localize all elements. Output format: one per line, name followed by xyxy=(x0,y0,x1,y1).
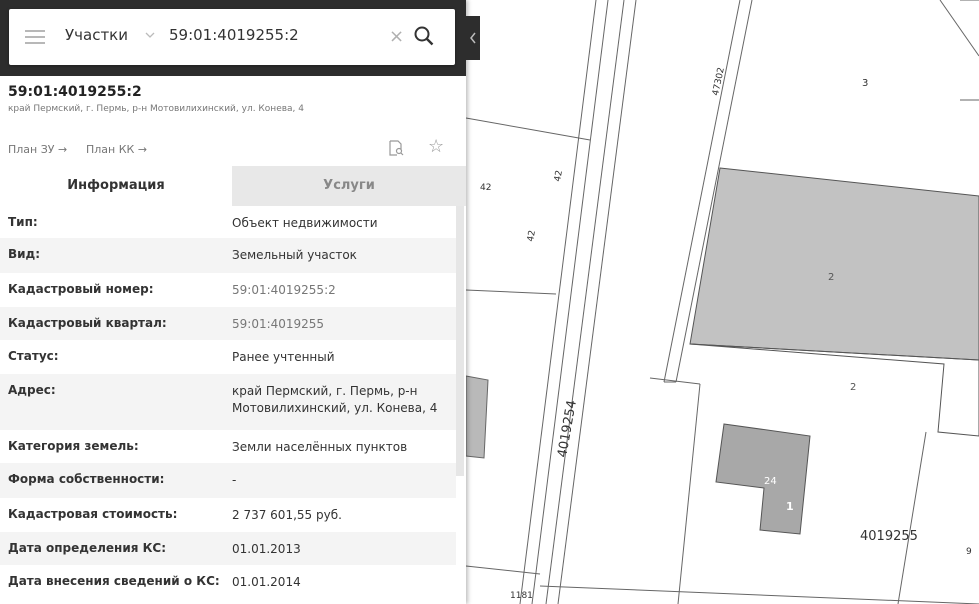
info-label: Категория земель: xyxy=(8,439,139,453)
search-box: Участки 59:01:4019255:2 × xyxy=(9,9,455,65)
info-value: - xyxy=(232,473,237,487)
info-value: 01.01.2013 xyxy=(232,542,301,556)
info-value: Земли населённых пунктов xyxy=(232,440,408,454)
info-label: Кадастровая стоимость: xyxy=(8,507,178,521)
info-table: Тип: Объект недвижимости Вид: Земельный … xyxy=(0,206,456,599)
map-label-1181: 1181 xyxy=(510,591,533,601)
info-value: 01.01.2014 xyxy=(232,575,301,589)
cadastral-number-title: 59:01:4019255:2 xyxy=(8,84,142,100)
info-row: Тип: Объект недвижимости xyxy=(0,206,456,238)
info-panel: Участки 59:01:4019255:2 × 59:01:4019255:… xyxy=(0,0,466,604)
map-label-quarter: 4019255 xyxy=(860,529,918,544)
info-row: Адрес: край Пермский, г. Пермь, р-н Мото… xyxy=(0,374,456,430)
info-label: Дата внесения сведений о КС: xyxy=(8,574,220,588)
close-icon[interactable]: × xyxy=(389,28,404,46)
object-card-header: 59:01:4019255:2 край Пермский, г. Пермь,… xyxy=(0,76,466,168)
layer-select[interactable]: Участки xyxy=(65,26,128,44)
info-value: Объект недвижимости xyxy=(232,216,378,230)
map-label-24: 24 xyxy=(764,476,777,487)
map-label-3: 3 xyxy=(862,78,868,89)
map-label-42-a: 42 xyxy=(480,183,491,193)
document-search-icon[interactable] xyxy=(388,140,404,156)
tabs: Информация Услуги xyxy=(0,166,466,206)
cadastral-number-link[interactable]: 59:01:4019255:2 xyxy=(232,282,452,299)
info-label: Кадастровый номер: xyxy=(8,282,154,296)
map-label-2-mid: 2 xyxy=(850,382,856,393)
info-value: Ранее учтенный xyxy=(232,350,335,364)
info-label: Статус: xyxy=(8,349,59,363)
info-value: Земельный участок xyxy=(232,248,357,262)
info-row: Кадастровый номер: 59:01:4019255:2 xyxy=(0,273,456,307)
map-label-9: 9 xyxy=(966,547,972,557)
info-row: Статус: Ранее учтенный xyxy=(0,340,456,374)
tab-services[interactable]: Услуги xyxy=(232,166,466,206)
info-label: Вид: xyxy=(8,247,41,261)
info-label: Дата определения КС: xyxy=(8,541,167,555)
object-address: край Пермский, г. Пермь, р-н Мотовилихин… xyxy=(8,104,304,114)
info-row: Кадастровый квартал: 59:01:4019255 xyxy=(0,307,456,340)
parcel-2-shape xyxy=(689,167,979,361)
chevron-down-icon[interactable] xyxy=(145,31,155,39)
info-label: Тип: xyxy=(8,215,38,229)
collapse-panel-button[interactable] xyxy=(466,16,480,60)
info-row: Кадастровая стоимость: 2 737 601,55 руб. xyxy=(0,498,456,532)
info-label: Кадастровый квартал: xyxy=(8,316,167,330)
map-label-42-b: 42 xyxy=(526,230,538,243)
info-value: край Пермский, г. Пермь, р-н Мотовилихин… xyxy=(232,384,438,415)
info-row: Дата определения КС: 01.01.2013 xyxy=(0,532,456,565)
info-value: 2 737 601,55 руб. xyxy=(232,508,342,522)
info-label: Форма собственности: xyxy=(8,472,165,486)
info-row: Вид: Земельный участок xyxy=(0,238,456,273)
plan-kk-link[interactable]: План КК → xyxy=(86,143,147,156)
tab-information[interactable]: Информация xyxy=(0,166,232,206)
search-icon[interactable] xyxy=(413,25,435,47)
plan-zu-link[interactable]: План ЗУ → xyxy=(8,143,67,156)
menu-icon[interactable] xyxy=(25,30,45,44)
cadastral-quarter-link[interactable]: 59:01:4019255 xyxy=(232,316,452,333)
map-label-1: 1 xyxy=(786,500,794,513)
search-bar: Участки 59:01:4019255:2 × xyxy=(0,0,466,76)
chevron-left-icon[interactable] xyxy=(466,16,480,60)
info-row: Категория земель: Земли населённых пункт… xyxy=(0,430,456,463)
star-icon[interactable]: ☆ xyxy=(428,138,444,156)
map-label-42-c: 42 xyxy=(553,170,565,183)
scrollbar[interactable] xyxy=(456,206,464,476)
search-input[interactable]: 59:01:4019255:2 xyxy=(169,26,299,44)
info-row: Форма собственности: - xyxy=(0,463,456,498)
info-row: Дата внесения сведений о КС: 01.01.2014 xyxy=(0,565,456,599)
info-label: Адрес: xyxy=(8,383,56,397)
map-label-2-top: 2 xyxy=(828,272,834,283)
